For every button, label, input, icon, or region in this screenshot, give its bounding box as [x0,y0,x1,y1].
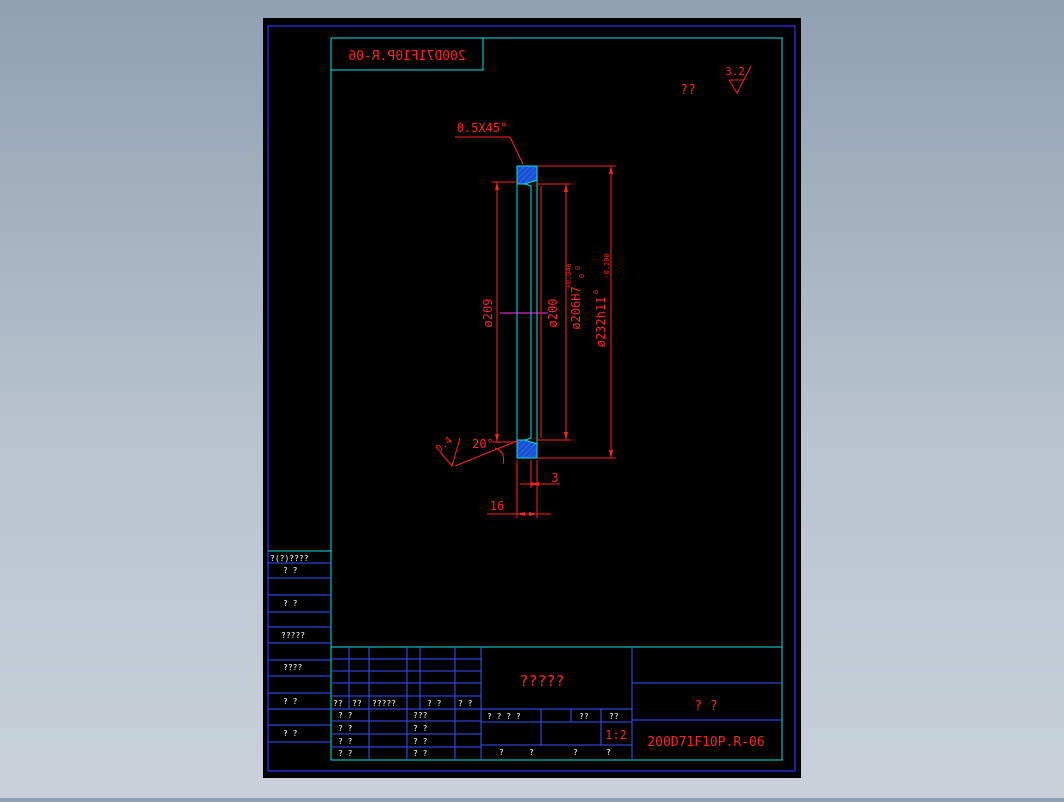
tb-mid-row3-2: ? [573,748,578,757]
ring-section-bottom [516,439,538,459]
tb-row-3-b: ? ? [413,749,428,758]
dim-232-tol-lower: -0.290 [603,253,611,278]
tb-mid-row1-2: ?? [609,712,619,721]
cad-viewport[interactable]: 200D71F10P.R-06 ?? 3.2 0.5X45° ø209 ø200… [0,0,1064,798]
tb-header-3: ? ? [427,699,442,708]
dim-16: 16 [490,499,504,513]
chamfer-label: 0.5X45° [457,121,508,135]
tb-header-4: ? ? [458,699,473,708]
tb-row-0-b: ??? [413,711,428,720]
tb-row-1-a: ? ? [338,724,353,733]
mirrored-code: 200D71F10P.R-06 [348,49,465,64]
drawing-canvas: 200D71F10P.R-06 ?? 3.2 0.5X45° ø209 ø200… [263,18,801,778]
roughness-value: 3.2 [725,65,745,78]
tb-row-2-b: ? ? [413,737,428,746]
left-row-4: ???? [283,663,302,672]
dim-206: ø206H7 [569,286,583,329]
tb-mid-row3-1: ? [529,748,534,757]
tb-header-1: ?? [352,699,362,708]
left-row-5: ? ? [283,697,298,706]
drawing-number: 200D71F10P.R-06 [647,735,764,750]
dim-206-tol-lower: 0 [578,274,586,278]
dim-206-tol-mid: 0 [574,266,582,270]
tb-mid-row1-0: ? ? ? ? [487,712,521,721]
dim-232: ø232h11 [594,297,608,348]
dim-209: ø209 [481,299,495,328]
tb-mid-row1-1: ?? [579,712,589,721]
tb-row-0-a: ? ? [338,711,353,720]
dim-206-tol-upper: +0.046 [565,263,573,288]
left-row-6: ? ? [283,729,298,738]
tb-row-3-a: ? ? [338,749,353,758]
left-row-0: ?(?)???? [270,554,309,563]
tb-mid-row3-3: ? [606,748,611,757]
part-title: ????? [519,672,564,690]
tb-row-1-b: ? ? [413,724,428,733]
dim-232-tol-upper: 0 [592,290,600,294]
angle-label: 20° [472,437,494,451]
material-name: ? ? [694,699,717,714]
dim-3: 3 [551,471,558,485]
tb-header-0: ?? [333,699,343,708]
left-row-3: ????? [281,631,305,640]
tb-row-2-a: ? ? [338,737,353,746]
left-row-1: ? ? [283,566,298,575]
tb-mid-row3-0: ? [499,748,504,757]
left-row-2: ? ? [283,599,298,608]
roughness-label: ?? [680,83,696,98]
ring-section-top [516,165,538,185]
dim-200: ø200 [546,299,560,328]
tb-header-2: ????? [372,699,396,708]
scale-value: 1:2 [605,728,627,742]
drawing-sheet [263,18,801,778]
